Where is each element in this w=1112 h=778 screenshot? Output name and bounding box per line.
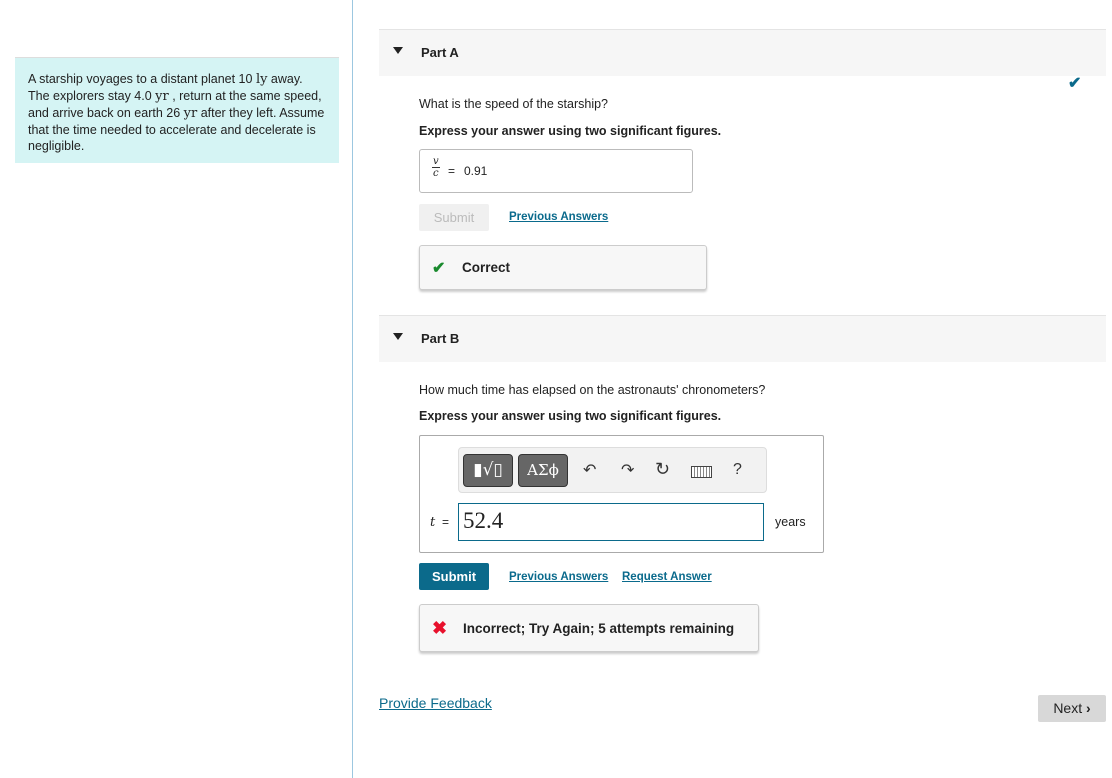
equals-sign: = [442,515,450,529]
part-a-submit-button: Submit [419,204,489,231]
undo-icon[interactable]: ↶ [583,460,596,480]
keyboard-icon[interactable] [691,466,712,478]
part-b-question: How much time has elapsed on the astrona… [419,383,766,397]
provide-feedback-link[interactable]: Provide Feedback [379,695,492,711]
part-b-feedback: ✖ Incorrect; Try Again; 5 attempts remai… [419,604,759,652]
collapse-triangle-icon[interactable] [393,47,403,54]
request-answer-link[interactable]: Request Answer [622,571,712,583]
part-b-header[interactable]: Part B [379,315,1106,362]
part-b-label: Part B [421,331,460,346]
part-a-feedback: ✔ Correct [419,245,707,290]
part-a-previous-answers-link[interactable]: Previous Answers [509,211,608,223]
reset-icon[interactable]: ↻ [655,459,670,480]
variable-label: t [430,515,436,530]
part-a-answer-box: vc = 0.91 [419,149,693,193]
next-label: Next [1053,700,1083,716]
next-button[interactable]: Next › [1038,695,1106,722]
column-divider [352,0,353,778]
x-icon: ✖ [432,618,448,638]
part-b-instruction: Express your answer using two significan… [419,409,722,423]
v-over-c-fraction: vc [432,156,440,179]
check-icon: ✔ [432,260,446,277]
part-b-previous-answers-link[interactable]: Previous Answers [509,571,608,583]
redo-icon[interactable]: ↷ [621,460,634,480]
part-b-answer-box: ▮√▯ ΑΣϕ ↶ ↷ ↻ ? t = 52.4 years [419,435,824,553]
collapse-triangle-icon[interactable] [393,333,403,340]
chevron-right-icon: › [1086,700,1091,716]
part-a-instruction: Express your answer using two significan… [419,124,722,138]
greek-symbols-button[interactable]: ΑΣϕ [518,454,568,487]
unit-label: years [775,515,806,529]
help-button[interactable]: ? [733,461,742,479]
completed-check-icon: ✔ [1068,75,1082,92]
feedback-text: Incorrect; Try Again; 5 attempts remaini… [463,621,735,636]
part-a-question: What is the speed of the starship? [419,97,608,111]
feedback-text: Correct [462,260,511,275]
math-toolbar: ▮√▯ ΑΣϕ ↶ ↷ ↻ ? [458,447,767,493]
equals-sign: = [448,164,456,178]
part-a-header[interactable]: Part A [379,29,1106,76]
part-b-submit-button[interactable]: Submit [419,563,489,590]
part-b-answer-input[interactable]: 52.4 [458,503,764,541]
templates-button[interactable]: ▮√▯ [463,454,513,487]
part-a-answer: 0.91 [464,164,488,178]
part-a-label: Part A [421,45,459,60]
problem-statement: A starship voyages to a distant planet 1… [15,57,339,163]
